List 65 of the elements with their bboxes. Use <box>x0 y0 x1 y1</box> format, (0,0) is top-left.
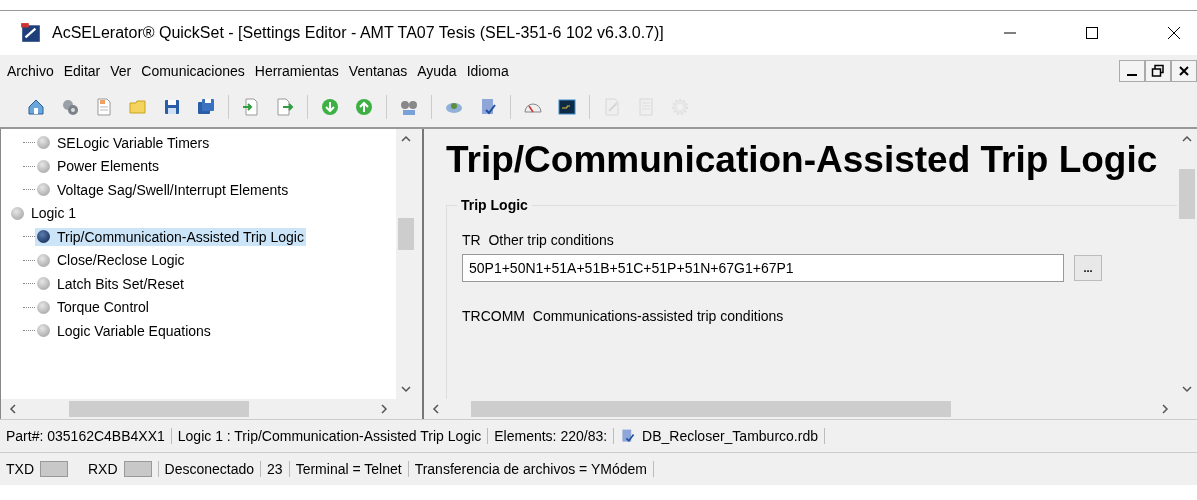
menu-item[interactable]: Archivo <box>6 61 55 81</box>
scroll-right-icon[interactable] <box>378 403 390 415</box>
scrollbar-thumb[interactable] <box>1179 169 1195 219</box>
tree-item[interactable]: Power Elements <box>35 157 161 176</box>
bullet-icon <box>37 253 50 267</box>
group-title: Trip Logic <box>457 197 532 213</box>
transfer-status: Transferencia de archivos = YMódem <box>408 461 654 477</box>
menu-item[interactable]: Idioma <box>465 61 510 81</box>
file-name: DB_Recloser_Tamburco.rdb <box>642 428 818 444</box>
bullet-icon <box>37 136 50 150</box>
txd-label: TXD <box>6 461 34 477</box>
menu-item[interactable]: Ver <box>109 61 133 81</box>
menu-item[interactable]: Ventanas <box>347 61 409 81</box>
tree-item[interactable]: Voltage Sag/Swell/Interrupt Elements <box>35 180 291 199</box>
page-heading: Trip/Communication-Assisted Trip Logic <box>446 139 1159 181</box>
bullet-icon <box>37 183 50 197</box>
scroll-down-icon[interactable] <box>1181 383 1193 395</box>
rxd-label: RXD <box>88 461 118 477</box>
database-icon <box>620 428 637 444</box>
terminal-status: Terminal = Telnet <box>289 461 409 477</box>
close-icon <box>1167 26 1181 40</box>
restore-button[interactable] <box>1145 60 1171 82</box>
bullet-icon <box>11 206 24 220</box>
browse-button[interactable]: ... <box>1074 255 1102 281</box>
bullet-icon <box>37 300 50 314</box>
scroll-left-icon[interactable] <box>7 403 19 415</box>
close-button[interactable] <box>1171 60 1197 82</box>
close-icon <box>1178 65 1190 77</box>
indicator-light <box>123 461 152 477</box>
tree-item[interactable]: Close/Reclose Logic <box>35 251 187 270</box>
scroll-left-icon[interactable] <box>430 403 442 415</box>
minimize-button[interactable] <box>1119 60 1145 82</box>
scroll-right-icon[interactable] <box>1159 403 1171 415</box>
tree-item[interactable]: Logic 1 <box>9 204 79 223</box>
tree-item[interactable]: Logic Variable Equations <box>35 321 213 340</box>
app-icon <box>20 22 42 44</box>
restore-icon <box>1151 64 1165 78</box>
indicator-light <box>40 461 68 477</box>
bullet-icon <box>37 277 50 291</box>
tree-item[interactable]: SELogic Variable Timers <box>35 133 212 152</box>
input-field[interactable]: 50P1+50N1+51A+51B+51C+51P+51N+67G1+67P1 <box>462 254 1064 282</box>
bullet-icon <box>37 159 50 173</box>
scrollbar-thumb[interactable] <box>398 218 414 250</box>
setting-label: TR Other trip conditions <box>462 232 615 248</box>
scrollbar-thumb[interactable] <box>470 401 951 417</box>
connection-status: Desconectado <box>158 461 262 477</box>
scroll-down-icon[interactable] <box>400 383 412 395</box>
tree-item[interactable]: Trip/Communication-Assisted Trip Logic <box>35 227 306 246</box>
window-title: AcSELerator® QuickSet - [Settings Editor - AMT TA07 Tesis (SEL-351-6 102 v6.3.0.7)] <box>52 24 665 42</box>
menu-item[interactable]: Ayuda <box>416 61 458 81</box>
port-number: 23 <box>261 461 290 477</box>
bullet-icon <box>37 230 50 244</box>
scrollbar-thumb[interactable] <box>68 401 249 417</box>
menu-item[interactable]: Comunicaciones <box>140 61 246 81</box>
minimize-icon <box>1127 74 1137 76</box>
setting-label: TRCOMM Communications-assisted trip conditions <box>462 308 785 324</box>
status-text: Part#: 035162C4BB4XX1 <box>0 428 172 444</box>
tree-item[interactable]: Torque Control <box>35 298 151 317</box>
menu-item[interactable]: Herramientas <box>253 61 340 81</box>
status-text: Elements: 220/83: <box>488 428 615 444</box>
tree-item[interactable]: Latch Bits Set/Reset <box>35 274 186 293</box>
bullet-icon <box>37 324 50 338</box>
menu-item[interactable]: Editar <box>62 61 102 81</box>
maximize-icon <box>1085 26 1099 40</box>
status-text: Logic 1 : Trip/Communication-Assisted Trip Logic <box>171 428 489 444</box>
